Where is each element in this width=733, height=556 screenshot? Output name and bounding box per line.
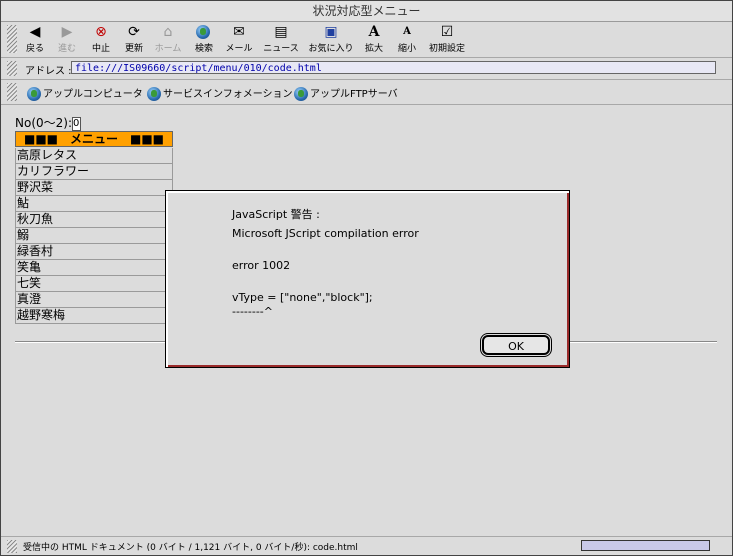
mail-button[interactable]: ✉ メール	[224, 24, 254, 56]
browser-window: 状況対応型メニュー ◀ 戻る ▶ 進む ⊗ 中止 ⟳ 更新 ⌂ ホーム 検索 ✉	[0, 0, 733, 556]
menu-item[interactable]: 真澄	[15, 292, 173, 308]
no-field: No(0〜2):0	[15, 116, 81, 131]
forward-button[interactable]: ▶ 進む	[56, 24, 78, 56]
menu-item[interactable]: カリフラワー	[15, 164, 173, 180]
status-bar-grip[interactable]	[7, 540, 17, 553]
favorites-icon: ▣	[324, 24, 338, 40]
home-button[interactable]: ⌂ ホーム	[154, 24, 182, 56]
refresh-button[interactable]: ⟳ 更新	[122, 24, 146, 56]
menu-item[interactable]: 笑亀	[15, 260, 173, 276]
progress-bar	[581, 540, 710, 551]
menu-item[interactable]: 鰯	[15, 228, 173, 244]
menu-item[interactable]: 七笑	[15, 276, 173, 292]
stop-button[interactable]: ⊗ 中止	[90, 24, 112, 56]
dialog-message-line: --------^	[232, 305, 273, 318]
back-button[interactable]: ◀ 戻る	[24, 24, 46, 56]
toolbar: ◀ 戻る ▶ 進む ⊗ 中止 ⟳ 更新 ⌂ ホーム 検索 ✉ メール ▤ ニュー…	[1, 22, 732, 58]
address-bar: アドレス : file:///IS09660/script/menu/010/c…	[1, 58, 732, 80]
globe-icon	[147, 87, 161, 101]
menu-header[interactable]: ■■■ メニュー ■■■	[15, 131, 173, 147]
menu-item[interactable]: 緑香村	[15, 244, 173, 260]
dialog-title: JavaScript 警告 :	[232, 208, 320, 221]
favorites-button[interactable]: ▣ お気に入り	[308, 24, 354, 56]
favorite-link-apple[interactable]: アップルコンピュータ	[27, 85, 143, 101]
back-arrow-icon: ◀	[29, 24, 41, 40]
address-bar-grip[interactable]	[7, 61, 17, 76]
stop-icon: ⊗	[95, 24, 107, 40]
text-smaller-button[interactable]: A 縮小	[396, 24, 418, 56]
news-icon: ▤	[274, 24, 288, 40]
javascript-alert-dialog: JavaScript 警告 : Microsoft JScript compil…	[165, 190, 570, 368]
preferences-icon: ☑	[440, 24, 454, 40]
address-input[interactable]: file:///IS09660/script/menu/010/code.htm…	[71, 61, 716, 74]
menu-list: 高原レタス カリフラワー 野沢菜 鮎 秋刀魚 鰯 緑香村 笑亀 七笑 真澄 越野…	[15, 148, 173, 324]
forward-arrow-icon: ▶	[61, 24, 73, 40]
favorites-bar-grip[interactable]	[7, 83, 17, 101]
menu-item[interactable]: 野沢菜	[15, 180, 173, 196]
status-text: 受信中の HTML ドキュメント (0 バイト / 1,121 バイト, 0 バ…	[23, 543, 358, 553]
home-icon: ⌂	[163, 24, 173, 40]
text-larger-button[interactable]: A 拡大	[363, 24, 385, 56]
news-button[interactable]: ▤ ニュース	[262, 24, 300, 56]
search-icon	[195, 24, 213, 40]
ok-button[interactable]: OK	[482, 335, 550, 355]
menu-item[interactable]: 高原レタス	[15, 148, 173, 164]
mail-icon: ✉	[233, 24, 245, 40]
menu-item[interactable]: 越野寒梅	[15, 308, 173, 324]
dialog-message-line: vType = ["none","block"];	[232, 291, 373, 304]
search-button[interactable]: 検索	[193, 24, 215, 56]
dialog-message-line: error 1002	[232, 259, 291, 272]
window-title: 状況対応型メニュー	[1, 1, 732, 22]
preferences-button[interactable]: ☑ 初期設定	[428, 24, 466, 56]
globe-icon	[27, 87, 41, 101]
menu-item[interactable]: 秋刀魚	[15, 212, 173, 228]
favorite-link-service-info[interactable]: サービスインフォメーション	[147, 85, 293, 101]
address-label: アドレス :	[25, 66, 72, 77]
refresh-icon: ⟳	[128, 24, 140, 40]
favorite-link-apple-ftp[interactable]: アップルFTPサーバ	[294, 85, 398, 101]
favorites-bar: アップルコンピュータ サービスインフォメーション アップルFTPサーバ	[1, 80, 732, 105]
status-bar: 受信中の HTML ドキュメント (0 バイト / 1,121 バイト, 0 バ…	[1, 536, 732, 556]
text-smaller-icon: A	[403, 26, 411, 37]
dialog-message-line: Microsoft JScript compilation error	[232, 227, 419, 240]
globe-icon	[294, 87, 308, 101]
toolbar-grip[interactable]	[7, 25, 17, 53]
no-input[interactable]: 0	[72, 116, 81, 131]
menu-item[interactable]: 鮎	[15, 196, 173, 212]
text-larger-icon: A	[368, 24, 380, 40]
